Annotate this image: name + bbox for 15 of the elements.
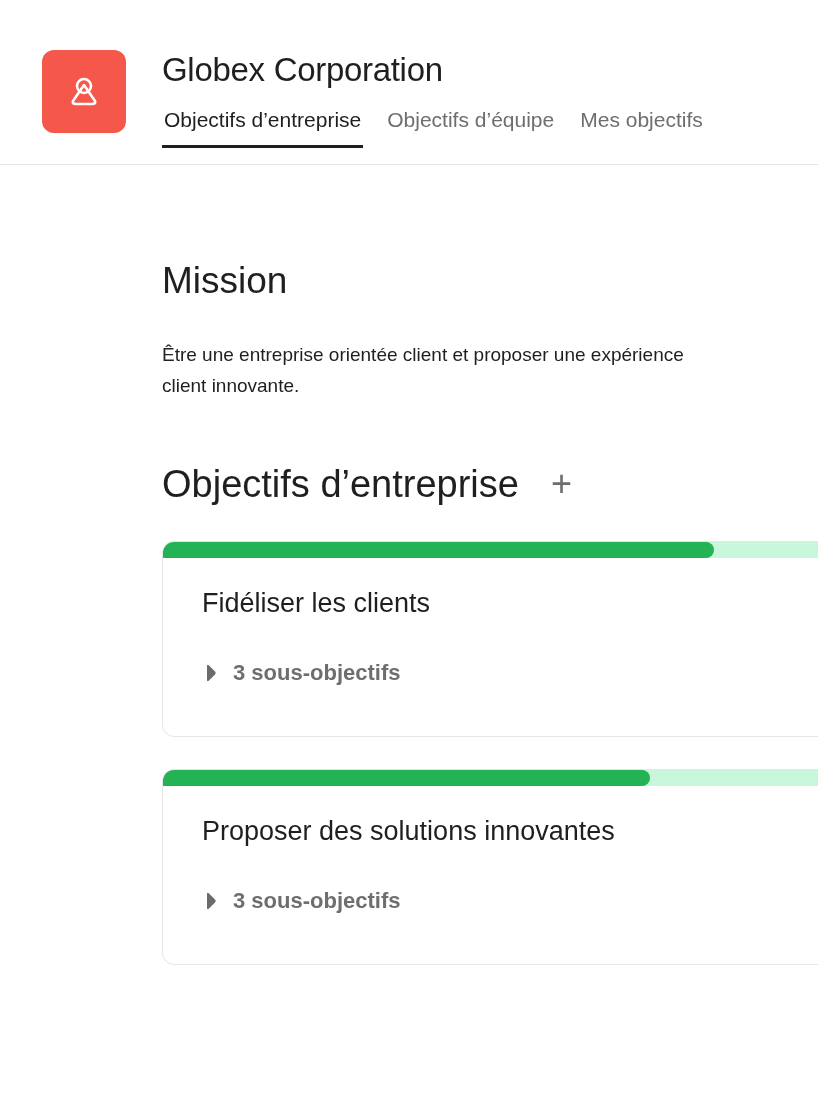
tab[interactable]: Objectifs d’équipe xyxy=(385,98,557,148)
section-heading: Objectifs d’entreprise xyxy=(162,462,519,507)
goal-title: Fidéliser les clients xyxy=(202,587,432,620)
section-heading: Mission xyxy=(162,259,289,303)
company-title: Globex Corporation xyxy=(162,50,444,90)
goal-title: Proposer des solutions innovantes xyxy=(202,815,616,848)
tab[interactable]: Mes objectifs xyxy=(578,98,705,148)
goal-card[interactable]: Fidéliser les clients 3 sous-objectifs xyxy=(162,541,818,737)
goal-card[interactable]: Proposer des solutions innovantes 3 sous-objectifs xyxy=(162,769,818,965)
subgoals-toggle[interactable]: 3 sous-objectifs xyxy=(205,888,401,914)
add-button[interactable]: + xyxy=(546,464,576,504)
logo-icon xyxy=(42,50,126,133)
subgoals-toggle[interactable]: 3 sous-objectifs xyxy=(205,660,401,686)
tab[interactable]: Objectifs d’entreprise xyxy=(162,98,364,148)
mission-text: Être une entreprise orientée client et proposer une expérience client innovante. xyxy=(162,343,685,398)
